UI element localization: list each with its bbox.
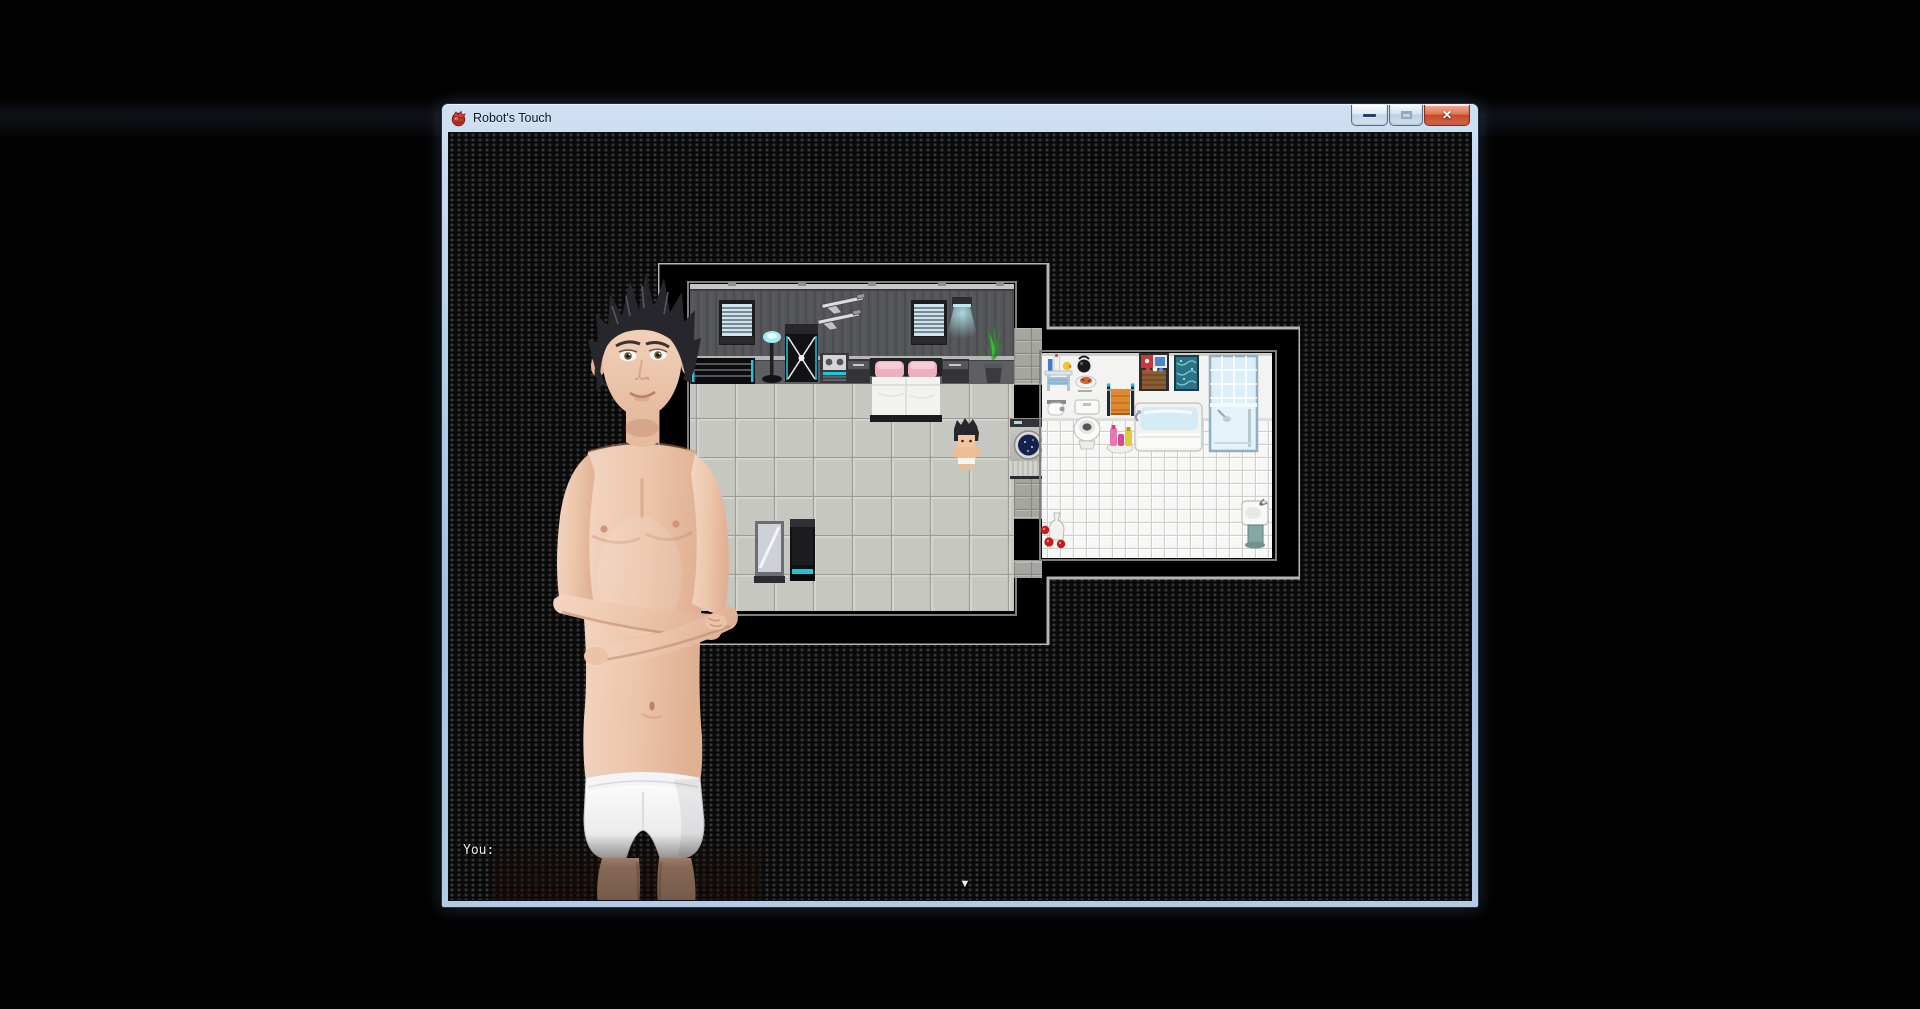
washing-machine <box>1010 419 1047 479</box>
close-button[interactable]: ✕ <box>1424 105 1470 126</box>
window-blinds-right <box>911 300 947 345</box>
bathroom <box>1040 351 1276 560</box>
desktop: Robot's Touch ✕ <box>0 0 1920 1009</box>
shower-stall <box>1210 356 1257 451</box>
nightstand-right <box>942 359 969 383</box>
stereo <box>820 353 849 383</box>
bed <box>870 358 942 422</box>
dialog-speaker: You: <box>463 839 909 863</box>
minimize-icon <box>1363 114 1376 117</box>
toilet-paper <box>1047 400 1066 415</box>
nightstand-left <box>847 359 870 383</box>
window-controls: ✕ <box>1351 105 1470 126</box>
bathtub <box>1135 403 1202 451</box>
window-titlebar[interactable]: Robot's Touch ✕ <box>442 104 1478 132</box>
maximize-icon <box>1401 111 1412 119</box>
continue-indicator[interactable]: ▼ <box>954 878 976 890</box>
close-icon: ✕ <box>1442 106 1452 125</box>
chair <box>790 519 815 581</box>
wall-poster <box>1174 355 1199 391</box>
game-screen[interactable]: You: Before leaving for work I should pu… <box>448 132 1472 901</box>
rpg-maker-app-icon <box>450 110 467 127</box>
game-window: Robot's Touch ✕ <box>441 103 1479 908</box>
window-title: Robot's Touch <box>473 111 552 125</box>
laundry-basket <box>1139 353 1169 391</box>
doorway-bottom <box>1014 518 1042 561</box>
doorway-top <box>1014 384 1042 419</box>
wardrobe <box>785 324 818 382</box>
hero-head <box>588 272 701 447</box>
minimize-button[interactable] <box>1351 105 1388 126</box>
maximize-button[interactable] <box>1389 105 1423 126</box>
dialog-text: You: Before leaving for work I should pu… <box>463 791 909 901</box>
